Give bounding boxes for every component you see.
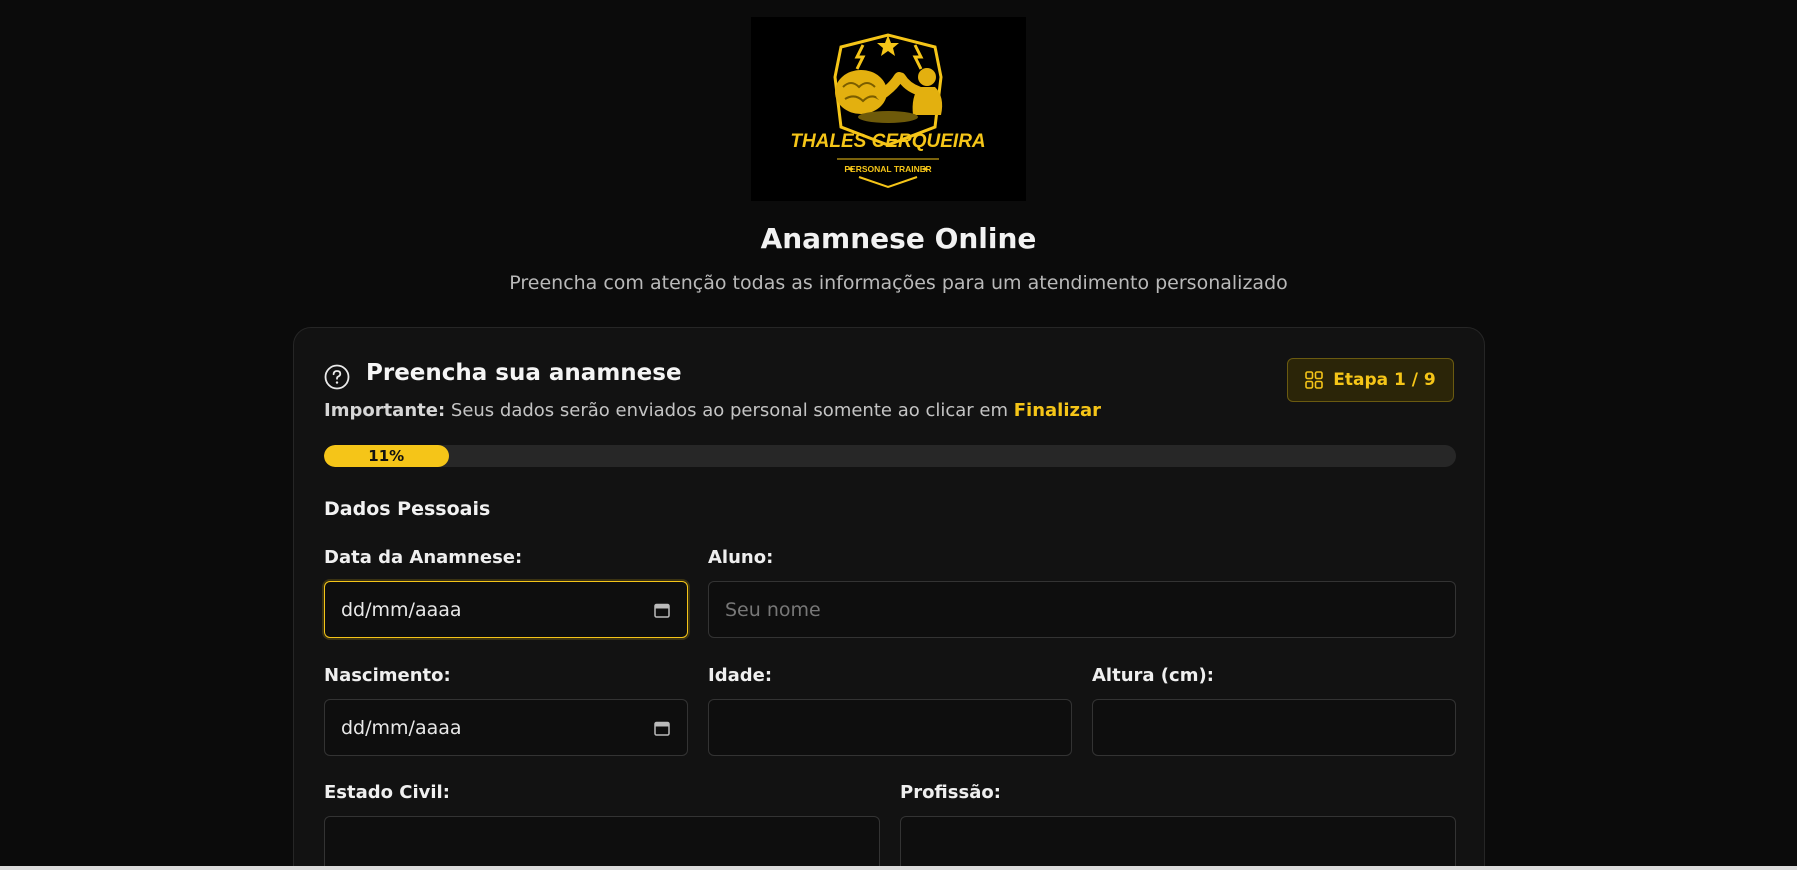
progress-bar: 11% [324,445,1456,467]
profissao-input[interactable] [900,816,1456,870]
step-badge: Etapa 1 / 9 [1287,358,1454,402]
idade-input[interactable] [708,699,1072,756]
brain-armwrestling-logo-icon: THALES CERQUEIRA PERSONAL TRAINER [790,33,986,189]
notice-finalizar: Finalizar [1013,400,1102,421]
data-anamnese-value: dd/mm/aaaa [341,598,462,621]
nascimento-value: dd/mm/aaaa [341,716,462,739]
important-notice: Importante: Seus dados serão enviados ao… [324,400,1101,421]
data-anamnese-label: Data da Anamnese: [324,547,523,568]
idade-label: Idade: [708,665,773,686]
help-circle-icon [324,364,350,390]
aluno-label: Aluno: [708,547,774,568]
notice-prefix: Importante: [324,400,446,421]
page-title: Anamnese Online [760,222,1037,255]
logo-brand-name: THALES CERQUEIRA [790,131,985,152]
page: THALES CERQUEIRA PERSONAL TRAINER Anamne… [0,0,1797,870]
estado-civil-input[interactable] [324,816,880,870]
page-subtitle: Preencha com atenção todas as informaçõe… [509,272,1288,294]
calendar-icon[interactable] [653,601,671,619]
altura-label: Altura (cm): [1092,665,1214,686]
progress-fill: 11% [324,445,449,467]
aluno-input[interactable]: Seu nome [708,581,1456,638]
profissao-label: Profissão: [900,782,1001,803]
nascimento-input[interactable]: dd/mm/aaaa [324,699,688,756]
card-title: Preencha sua anamnese [366,360,682,386]
step-badge-label: Etapa 1 / 9 [1333,370,1436,390]
data-anamnese-input[interactable]: dd/mm/aaaa [324,581,688,638]
nascimento-label: Nascimento: [324,665,451,686]
estado-civil-label: Estado Civil: [324,782,450,803]
aluno-placeholder: Seu nome [725,598,821,621]
calendar-icon[interactable] [653,719,671,737]
notice-text: Seus dados serão enviados ao personal so… [445,400,1014,421]
section-title: Dados Pessoais [324,498,491,520]
brand-logo: THALES CERQUEIRA PERSONAL TRAINER [751,17,1026,201]
anamnese-form-card: Preencha sua anamnese Importante: Seus d… [293,327,1485,870]
grid-icon [1305,371,1324,389]
logo-tagline: PERSONAL TRAINER [844,164,931,174]
altura-input[interactable] [1092,699,1456,756]
horizontal-scrollbar[interactable] [0,866,1797,870]
progress-label: 11% [368,447,405,465]
